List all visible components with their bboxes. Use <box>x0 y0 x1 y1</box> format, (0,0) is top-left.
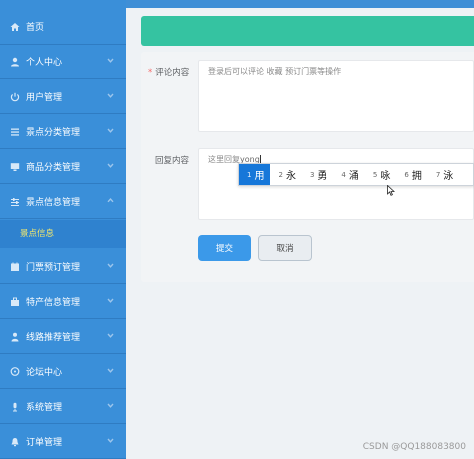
comment-label: * 评论内容 <box>148 68 190 78</box>
comment-textarea[interactable]: 登录后可以评论 收藏 预订门票等操作 <box>198 60 474 132</box>
sidebar-subitem-scenic-info[interactable]: 景点信息 <box>0 220 126 248</box>
sidebar-item-orders[interactable]: 订单管理 <box>0 425 126 459</box>
ime-candidate-3[interactable]: 3勇 <box>302 164 333 185</box>
reply-placeholder: 这里回复 <box>208 155 240 164</box>
sidebar-item-home[interactable]: 首页 <box>0 9 126 45</box>
sidebar-item-scenic-category[interactable]: 景点分类管理 <box>0 115 126 149</box>
ime-candidate-2[interactable]: 2永 <box>270 164 301 185</box>
comment-placeholder: 登录后可以评论 收藏 预订门票等操作 <box>208 67 342 76</box>
sidebar-item-label: 个人中心 <box>26 58 63 68</box>
sidebar-item-label: 论坛中心 <box>26 368 63 378</box>
chevron-down-icon <box>107 162 114 169</box>
sidebar-item-route[interactable]: 线路推荐管理 <box>0 320 126 354</box>
watermark: CSDN @QQ188083800 <box>362 442 466 452</box>
ime-candidate-7[interactable]: 7泳 <box>428 164 459 185</box>
chevron-down-icon <box>107 57 114 64</box>
page-banner <box>141 16 474 46</box>
top-header-bar <box>126 0 474 8</box>
chevron-down-icon <box>107 297 114 304</box>
reply-label: 回复内容 <box>155 156 190 166</box>
sidebar-item-system[interactable]: 系统管理 <box>0 390 126 424</box>
monitor-icon <box>10 162 20 172</box>
chevron-down-icon <box>107 92 114 99</box>
sidebar-item-personal-center[interactable]: 个人中心 <box>0 45 126 79</box>
sidebar-item-user-management[interactable]: 用户管理 <box>0 80 126 114</box>
ime-candidate-4[interactable]: 4涌 <box>333 164 364 185</box>
ime-candidate-6[interactable]: 6拥 <box>396 164 427 185</box>
required-mark: * <box>148 68 153 78</box>
chevron-down-icon <box>107 262 114 269</box>
sidebar-item-label: 线路推荐管理 <box>26 333 81 343</box>
sidebar-item-label: 订单管理 <box>26 438 63 448</box>
chevron-down-icon <box>107 367 114 374</box>
chevron-up-icon <box>107 197 114 204</box>
briefcase-icon <box>10 297 20 307</box>
sidebar-item-scenic-info[interactable]: 景点信息管理 <box>0 185 126 219</box>
chevron-down-icon <box>107 332 114 339</box>
sidebar-item-label: 特产信息管理 <box>26 298 81 308</box>
home-icon <box>10 22 20 32</box>
power-icon <box>10 92 20 102</box>
mic-icon <box>10 402 20 412</box>
user-icon <box>10 57 20 67</box>
ime-candidate-1[interactable]: 1用 <box>239 164 271 185</box>
sidebar-item-specialty[interactable]: 特产信息管理 <box>0 285 126 319</box>
chevron-down-icon <box>107 437 114 444</box>
sidebar-item-product-category[interactable]: 商品分类管理 <box>0 150 126 184</box>
sidebar-item-label: 系统管理 <box>26 403 63 413</box>
sidebar-item-forum[interactable]: 论坛中心 <box>0 355 126 389</box>
chat-icon <box>10 366 20 377</box>
chevron-down-icon <box>107 127 114 134</box>
sidebar-item-label: 用户管理 <box>26 93 63 103</box>
sidebar-item-label: 景点分类管理 <box>26 128 81 138</box>
sidebar-item-label: 商品分类管理 <box>26 163 81 173</box>
sidebar-item-label: 景点信息管理 <box>26 198 81 208</box>
app-root: 首页 个人中心 用户管理 景点分类管理 商品分类管理 景点信息管理 景点信息 门… <box>0 0 474 459</box>
ticket-icon <box>10 262 20 272</box>
sidebar-item-ticket-booking[interactable]: 门票预订管理 <box>0 250 126 284</box>
cancel-button[interactable]: 取消 <box>258 235 312 261</box>
bell-icon <box>10 437 20 447</box>
ime-candidate-bar: 1用 2永 3勇 4涌 5咏 6拥 7泳 <box>238 163 474 186</box>
submit-button[interactable]: 提交 <box>198 235 251 261</box>
sidebar: 首页 个人中心 用户管理 景点分类管理 商品分类管理 景点信息管理 景点信息 门… <box>0 0 126 459</box>
sidebar-item-label: 首页 <box>26 23 45 33</box>
person-icon <box>10 332 20 342</box>
list-icon <box>10 127 20 137</box>
sidebar-item-label: 门票预订管理 <box>26 263 81 273</box>
chevron-down-icon <box>107 402 114 409</box>
sliders-icon <box>10 197 20 207</box>
mouse-pointer-icon <box>387 181 396 196</box>
